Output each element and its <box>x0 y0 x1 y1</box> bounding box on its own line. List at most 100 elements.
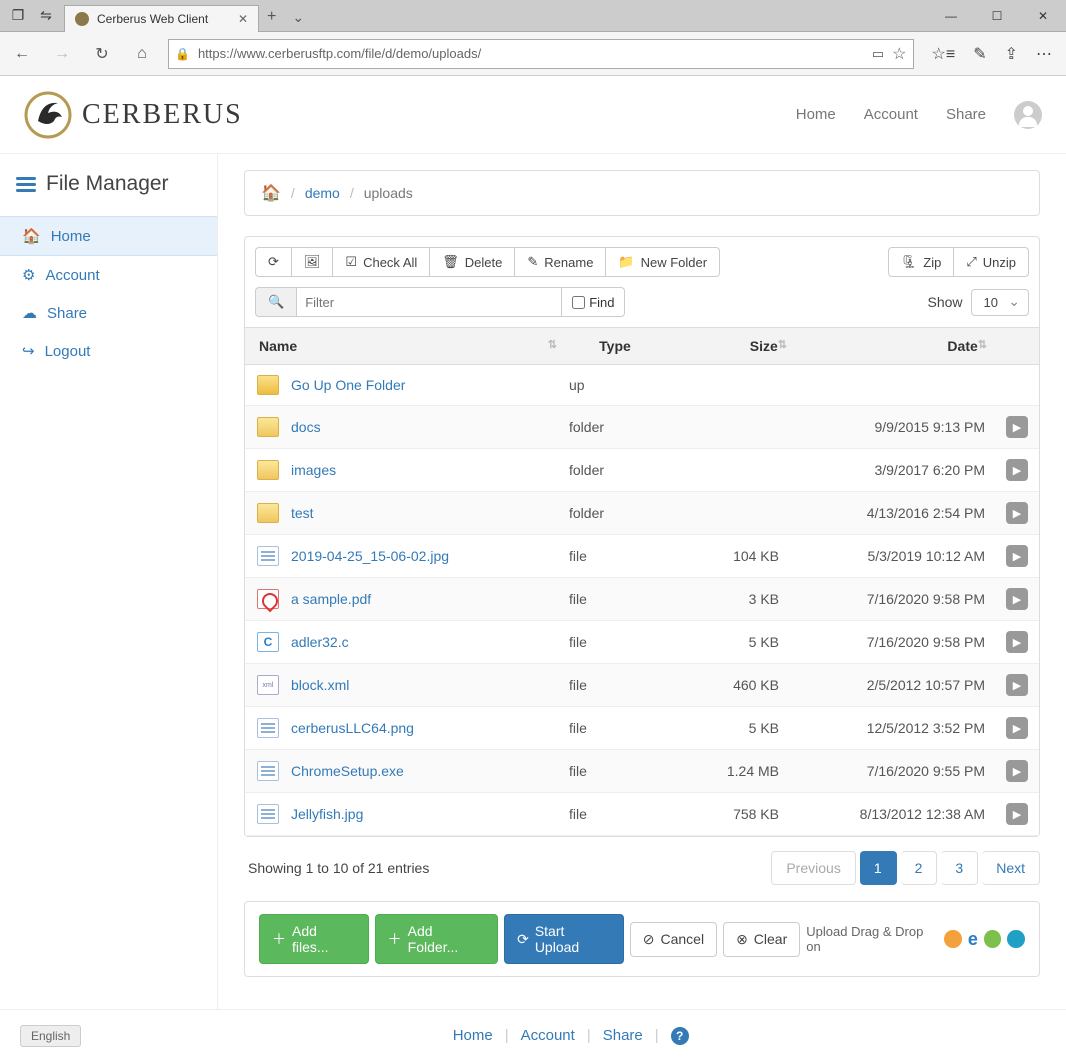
language-button[interactable]: English <box>20 1025 81 1047</box>
row-action-button[interactable]: ▶ <box>1006 588 1028 610</box>
topnav-home[interactable]: Home <box>796 106 836 123</box>
file-link[interactable]: images <box>291 462 336 478</box>
file-link[interactable]: Jellyfish.jpg <box>291 806 363 822</box>
search-icon[interactable]: 🔍 <box>255 287 297 317</box>
breadcrumb: 🏠 / demo / uploads <box>244 170 1040 216</box>
show-select[interactable]: 10 <box>971 289 1029 316</box>
new-folder-button[interactable]: 📁New Folder <box>606 247 720 277</box>
win-swap-icon[interactable]: ⇋ <box>34 4 58 28</box>
find-toggle[interactable]: Find <box>562 287 625 317</box>
col-name[interactable]: Name <box>245 328 565 365</box>
cell-type: folder <box>565 406 665 449</box>
cancel-upload-button[interactable]: ⊘Cancel <box>630 922 717 957</box>
share-icon[interactable]: ⇪ <box>1005 44 1018 64</box>
find-checkbox[interactable] <box>572 296 585 309</box>
logo[interactable]: CERBERUS <box>24 91 243 139</box>
topnav-share[interactable]: Share <box>946 106 986 123</box>
burger-icon <box>16 177 36 192</box>
help-icon[interactable]: ? <box>671 1027 689 1045</box>
file-icon <box>257 718 279 738</box>
file-link[interactable]: block.xml <box>291 677 349 693</box>
main-content: 🏠 / demo / uploads ⟳ 🖼 ☑Check All 🗑Delet… <box>218 154 1066 1009</box>
row-action-button[interactable]: ▶ <box>1006 416 1028 438</box>
col-size[interactable]: Size <box>665 328 795 365</box>
browser-titlebar: ❐ ⇋ Cerberus Web Client ✕ + ⌄ — ☐ ✕ <box>0 0 1066 32</box>
breadcrumb-home-icon[interactable]: 🏠 <box>261 183 281 203</box>
file-link[interactable]: Go Up One Folder <box>291 377 405 393</box>
sidebar-item-home[interactable]: 🏠Home <box>0 216 217 256</box>
page-1[interactable]: 1 <box>860 851 897 885</box>
row-action-button[interactable]: ▶ <box>1006 631 1028 653</box>
window-close-button[interactable]: ✕ <box>1020 0 1066 32</box>
sidebar-item-account[interactable]: ⚙Account <box>0 256 217 294</box>
notes-icon[interactable]: ✎ <box>973 44 986 64</box>
reading-view-icon[interactable]: ▭ <box>872 46 884 62</box>
window-minimize-button[interactable]: — <box>928 0 974 32</box>
check-all-button[interactable]: ☑Check All <box>333 247 430 277</box>
refresh-list-button[interactable]: ⟳ <box>255 247 292 277</box>
row-action-button[interactable]: ▶ <box>1006 545 1028 567</box>
page-3[interactable]: 3 <box>941 851 978 885</box>
add-folder-button[interactable]: ＋Add Folder... <box>375 914 498 964</box>
address-bar[interactable]: 🔒 https://www.cerberusftp.com/file/d/dem… <box>168 39 914 69</box>
breadcrumb-link-demo[interactable]: demo <box>305 185 340 201</box>
footer-account[interactable]: Account <box>521 1027 575 1044</box>
win-overlap-icon[interactable]: ❐ <box>6 4 30 28</box>
start-upload-button[interactable]: ⟳Start Upload <box>504 914 624 964</box>
lock-icon: 🔒 <box>175 47 190 61</box>
row-action-button[interactable]: ▶ <box>1006 760 1028 782</box>
page-footer: English Home | Account | Share | ? <box>0 1009 1066 1061</box>
row-action-button[interactable]: ▶ <box>1006 459 1028 481</box>
page-previous[interactable]: Previous <box>771 851 855 885</box>
tab-close-icon[interactable]: ✕ <box>238 12 248 26</box>
file-link[interactable]: ChromeSetup.exe <box>291 763 404 779</box>
file-link[interactable]: docs <box>291 419 321 435</box>
tab-cerberus[interactable]: Cerberus Web Client ✕ <box>64 5 259 32</box>
delete-button[interactable]: 🗑Delete <box>430 247 515 277</box>
cell-type: folder <box>565 492 665 535</box>
topnav-account[interactable]: Account <box>864 106 918 123</box>
filter-input[interactable] <box>297 287 562 317</box>
favorite-icon[interactable]: ☆ <box>892 44 906 64</box>
col-date[interactable]: Date <box>795 328 995 365</box>
sidebar-item-share[interactable]: ☁Share <box>0 294 217 332</box>
zip-button[interactable]: 🗜Zip <box>888 247 955 277</box>
file-link[interactable]: adler32.c <box>291 634 349 650</box>
file-icon <box>257 503 279 523</box>
file-icon <box>257 375 279 395</box>
row-action-button[interactable]: ▶ <box>1006 502 1028 524</box>
file-link[interactable]: cerberusLLC64.png <box>291 720 414 736</box>
unzip-button[interactable]: ⤢Unzip <box>954 247 1029 277</box>
page-header: CERBERUS Home Account Share <box>0 76 1066 154</box>
footer-sep: | <box>655 1027 659 1044</box>
footer-home[interactable]: Home <box>453 1027 493 1044</box>
page-2[interactable]: 2 <box>901 851 938 885</box>
favorites-hub-icon[interactable]: ☆≡ <box>932 44 956 64</box>
view-image-button[interactable]: 🖼 <box>292 247 334 277</box>
window-maximize-button[interactable]: ☐ <box>974 0 1020 32</box>
row-action-button[interactable]: ▶ <box>1006 803 1028 825</box>
page-next[interactable]: Next <box>982 851 1040 885</box>
row-action-button[interactable]: ▶ <box>1006 674 1028 696</box>
new-tab-button[interactable]: + <box>259 2 284 32</box>
row-action-button[interactable]: ▶ <box>1006 717 1028 739</box>
add-files-button[interactable]: ＋Add files... <box>259 914 369 964</box>
col-type[interactable]: Type <box>565 328 665 365</box>
refresh-button[interactable]: ↻ <box>88 40 116 68</box>
sidebar-item-logout[interactable]: ↪Logout <box>0 332 217 370</box>
file-icon <box>257 589 279 609</box>
pagination: Previous123Next <box>771 851 1040 885</box>
file-link[interactable]: a sample.pdf <box>291 591 371 607</box>
footer-share[interactable]: Share <box>603 1027 643 1044</box>
rename-button[interactable]: ✎Rename <box>515 247 606 277</box>
forward-button[interactable]: → <box>48 40 76 68</box>
clear-upload-button[interactable]: ⊗Clear <box>723 922 800 957</box>
more-icon[interactable]: ⋯ <box>1036 44 1052 64</box>
home-button[interactable]: ⌂ <box>128 40 156 68</box>
file-link[interactable]: test <box>291 505 314 521</box>
back-button[interactable]: ← <box>8 40 36 68</box>
avatar-icon[interactable] <box>1014 101 1042 129</box>
file-link[interactable]: 2019-04-25_15-06-02.jpg <box>291 548 449 564</box>
sidebar-icon: 🏠 <box>22 227 41 245</box>
tab-overflow-icon[interactable]: ⌄ <box>284 3 312 32</box>
